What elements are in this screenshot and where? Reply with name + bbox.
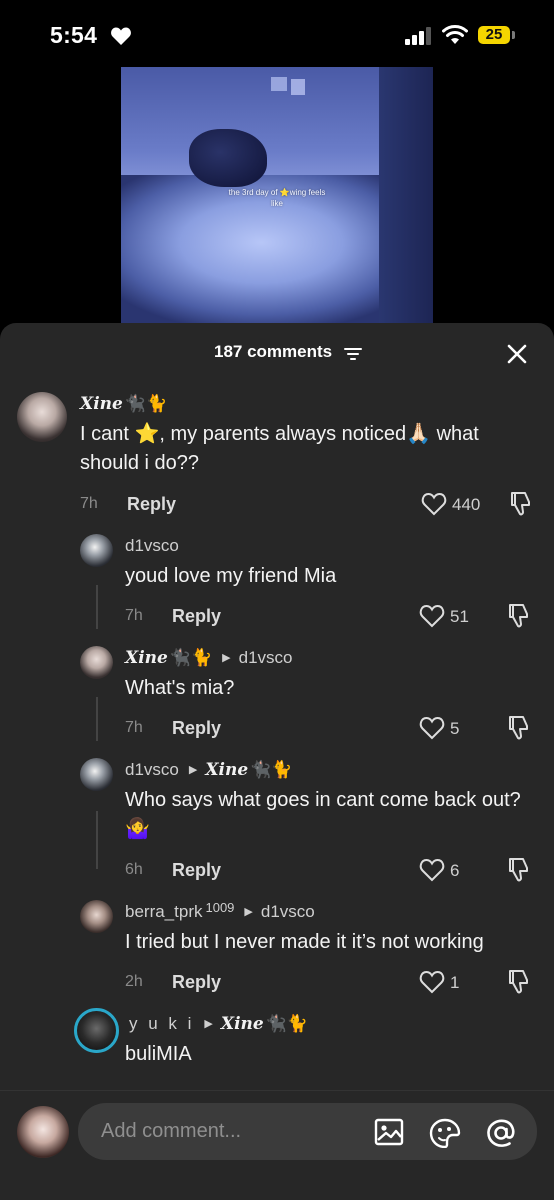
- image-icon[interactable]: [374, 1118, 404, 1146]
- thread-line: [96, 585, 98, 629]
- wifi-icon: [442, 25, 468, 44]
- comments-header: 187 comments: [0, 323, 554, 383]
- comment-time: 7h: [80, 495, 98, 512]
- like-heart-icon[interactable]: [419, 604, 445, 628]
- video-caption-line: the 3rd day of ⭐wing feels: [228, 188, 326, 197]
- comment-username[interactable]: d1vsco: [125, 536, 179, 556]
- comment-username[interactable]: d1vsco ▶ Xine 🐈‍⬛🐈: [125, 760, 293, 780]
- comments-count-title: 187 comments: [214, 342, 333, 361]
- dislike-icon[interactable]: [506, 969, 530, 995]
- reply-button[interactable]: Reply: [172, 972, 221, 993]
- battery-indicator: 25: [478, 26, 510, 44]
- filter-icon[interactable]: [344, 347, 362, 361]
- comment-composer: Add comment...: [0, 1090, 554, 1200]
- video-thumbnail[interactable]: the 3rd day of ⭐wing feels like: [121, 67, 433, 325]
- reply-button[interactable]: Reply: [172, 718, 221, 739]
- reply-arrow-icon: ▶: [204, 1018, 213, 1030]
- like-count: 6: [450, 861, 460, 880]
- like-count: 5: [450, 719, 460, 738]
- at-icon[interactable]: [485, 1118, 517, 1148]
- like-count: 1: [450, 973, 460, 992]
- like-heart-icon[interactable]: [419, 970, 445, 994]
- avatar[interactable]: [80, 646, 113, 679]
- comment-username[interactable]: berra_tprk 1009 ▶ d1vsco: [125, 900, 315, 922]
- avatar[interactable]: [80, 534, 113, 567]
- like-heart-icon[interactable]: [419, 716, 445, 740]
- reply-button[interactable]: Reply: [172, 860, 221, 881]
- username-emojis: 🐈‍⬛🐈: [169, 648, 213, 667]
- reply-arrow-icon: ▶: [222, 652, 231, 664]
- wall-note: [271, 77, 287, 91]
- like-count: 51: [450, 607, 469, 626]
- comment-text: Who says what goes in cant come back out…: [125, 789, 521, 840]
- comment-text: What's mia?: [125, 677, 235, 699]
- avatar[interactable]: [74, 1008, 119, 1053]
- status-time: 5:54: [50, 22, 98, 48]
- comment-username[interactable]: Xine 🐈‍⬛🐈: [80, 394, 167, 414]
- reply-button[interactable]: Reply: [127, 494, 176, 515]
- video-caption: the 3rd day of ⭐wing feels like: [121, 187, 433, 209]
- username-text: d1vsco: [125, 760, 179, 779]
- heart-icon: [111, 27, 131, 45]
- status-bar: 5:54 25: [0, 0, 554, 66]
- comment-time: 7h: [125, 607, 143, 624]
- wall-note: [291, 79, 305, 95]
- comment-text: youd love my friend Mia: [125, 565, 337, 587]
- signal-icon: [405, 27, 431, 45]
- reply-to-emojis: 🐈‍⬛🐈: [265, 1014, 309, 1033]
- video-pillow: [189, 129, 267, 187]
- reply-to-username[interactable]: d1vsco: [261, 902, 315, 921]
- dislike-icon[interactable]: [508, 491, 532, 517]
- avatar[interactable]: [17, 392, 67, 442]
- avatar[interactable]: [80, 758, 113, 791]
- comment-username[interactable]: Xine 🐈‍⬛🐈 ▶ d1vsco: [125, 648, 293, 668]
- avatar[interactable]: [80, 900, 113, 933]
- battery-tip: [512, 31, 515, 39]
- reply-to-emojis: 🐈‍⬛🐈: [250, 760, 293, 779]
- sticker-icon[interactable]: [429, 1118, 461, 1148]
- video-caption-line: like: [270, 199, 283, 208]
- comment-text: I tried but I never made it it’s not wor…: [125, 931, 484, 953]
- username-text: berra_tprk: [125, 902, 203, 921]
- username-text: Xine: [125, 648, 168, 668]
- username-text: Xine: [80, 394, 123, 414]
- username-text: y u k i: [129, 1014, 195, 1033]
- comment-time: 2h: [125, 973, 143, 990]
- comment-text: buliMIA: [125, 1043, 192, 1065]
- dislike-icon[interactable]: [506, 603, 530, 629]
- comment-username[interactable]: y u k i ▶ Xine 🐈‍⬛🐈: [129, 1014, 308, 1034]
- current-user-avatar: [17, 1106, 69, 1158]
- comment-text: I cant ⭐, my parents always noticed🙏🏻 wh…: [80, 423, 479, 474]
- add-comment-placeholder: Add comment...: [101, 1120, 242, 1142]
- comment-time: 7h: [125, 719, 143, 736]
- dislike-icon[interactable]: [506, 715, 530, 741]
- add-comment-input[interactable]: Add comment...: [78, 1103, 537, 1160]
- reply-arrow-icon: ▶: [188, 764, 198, 776]
- thread-line: [96, 811, 98, 869]
- comment-time: 6h: [125, 861, 143, 878]
- close-icon[interactable]: [506, 343, 528, 365]
- reply-button[interactable]: Reply: [172, 606, 221, 627]
- username-text: d1vsco: [125, 536, 179, 555]
- reply-arrow-icon: ▶: [244, 906, 253, 918]
- comments-sheet: 187 comments Xine 🐈‍⬛🐈 I cant ⭐, my paren…: [0, 323, 554, 1199]
- username-emojis: 🐈‍⬛🐈: [124, 394, 168, 413]
- reply-to-username[interactable]: d1vsco: [239, 648, 293, 667]
- reply-to-username[interactable]: Xine: [221, 1014, 264, 1034]
- thread-line: [96, 697, 98, 741]
- like-count: 440: [452, 495, 481, 514]
- reply-to-username[interactable]: Xine: [205, 760, 248, 780]
- username-superscript: 1009: [205, 900, 235, 915]
- like-heart-icon[interactable]: [419, 858, 445, 882]
- dislike-icon[interactable]: [506, 857, 530, 883]
- like-heart-icon[interactable]: [421, 492, 447, 516]
